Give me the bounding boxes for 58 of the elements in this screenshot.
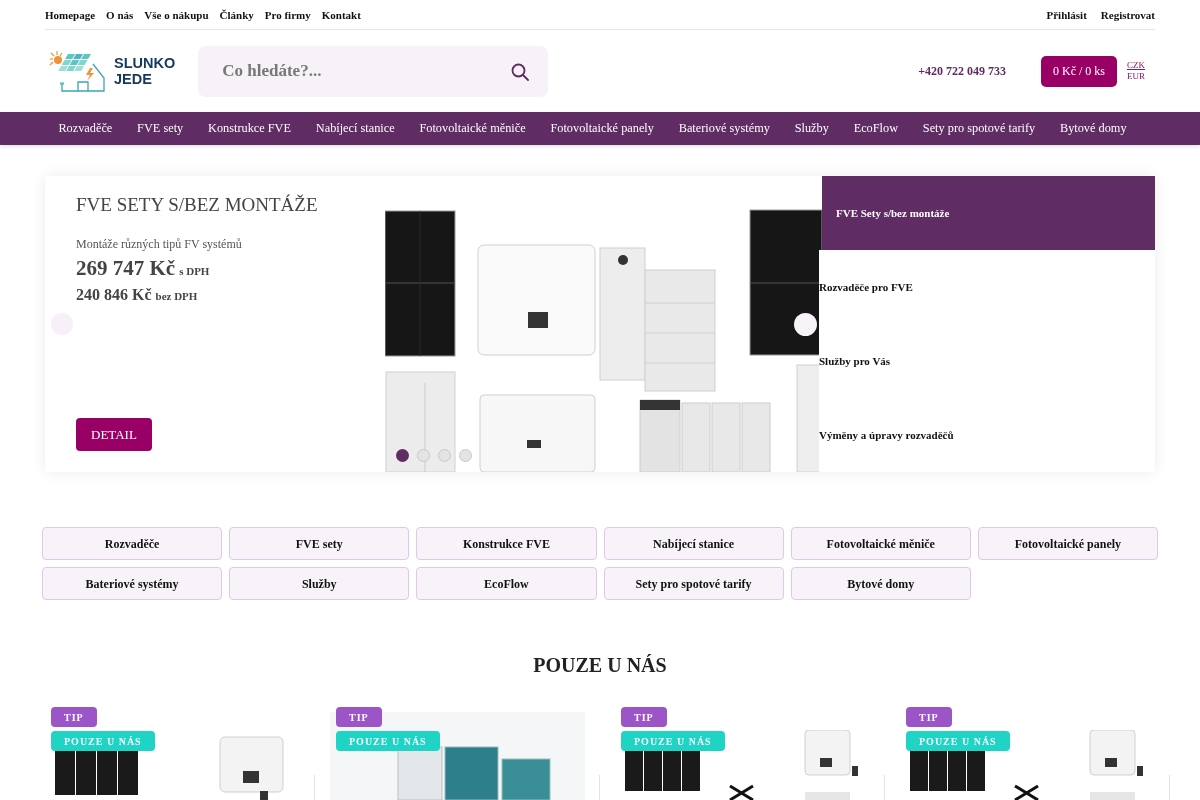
tip-badge: TIP: [906, 707, 952, 727]
hero-tab[interactable]: FVE Sety s/bez montáže: [822, 176, 1155, 250]
search-icon[interactable]: [511, 62, 530, 81]
category-button[interactable]: Sety pro spotové tarify: [603, 567, 784, 600]
top-link[interactable]: Články: [219, 7, 254, 22]
vat-note: bez DPH: [155, 289, 198, 304]
logo-icon: [48, 50, 106, 92]
category-button[interactable]: Služby: [229, 567, 410, 600]
category-button[interactable]: Fotovoltaické měniče: [790, 527, 971, 560]
tip-badge: TIP: [51, 707, 97, 727]
exclusive-badge: POUZE U NÁS: [906, 731, 1010, 751]
category-button[interactable]: EcoFlow: [416, 567, 597, 600]
nav-link[interactable]: Konstrukce FVE: [195, 112, 304, 145]
nav-link[interactable]: Bytové domy: [1047, 112, 1139, 145]
category-button[interactable]: Bytové domy: [790, 567, 971, 600]
nav-link[interactable]: FVE sety: [124, 112, 196, 145]
tip-badge: TIP: [336, 707, 382, 727]
exclusive-badge: POUZE U NÁS: [51, 731, 155, 751]
vat-note: s DPH: [179, 264, 210, 279]
price-with-vat: 269 747 Kč: [76, 255, 176, 281]
nav-link[interactable]: Bateriové systémy: [666, 112, 783, 145]
hero-tab[interactable]: Rozvaděče pro FVE: [819, 250, 1155, 324]
exclusive-badge: POUZE U NÁS: [621, 731, 725, 751]
account-link[interactable]: Přihlásit: [1046, 7, 1087, 22]
nav-link[interactable]: Rozvaděče: [46, 112, 125, 145]
category-button[interactable]: Konstrukce FVE: [416, 527, 597, 560]
nav-link[interactable]: Nabíjecí stanice: [303, 112, 408, 145]
nav-link[interactable]: Fotovoltaické měniče: [407, 112, 539, 145]
top-link[interactable]: Kontakt: [321, 7, 361, 22]
currency-link[interactable]: EUR: [1127, 71, 1145, 82]
category-button[interactable]: Rozvaděče: [42, 527, 223, 560]
exclusive-badge: POUZE U NÁS: [336, 731, 440, 751]
hero-tab[interactable]: Služby pro Vás: [819, 324, 1155, 398]
nav-link[interactable]: Fotovoltaické panely: [538, 112, 667, 145]
top-link[interactable]: O nás: [106, 7, 134, 22]
tip-badge: TIP: [621, 707, 667, 727]
logo-text: SLUNKO JEDE: [114, 55, 176, 87]
hero-title: FVE SETY S/BEZ MONTÁŽE: [76, 193, 318, 217]
account-link[interactable]: Registrovat: [1100, 7, 1155, 22]
nav-link[interactable]: EcoFlow: [841, 112, 911, 145]
category-button[interactable]: Bateriové systémy: [42, 567, 223, 600]
phone-number[interactable]: +420 722 049 733: [918, 62, 1006, 80]
category-button[interactable]: Fotovoltaické panely: [977, 527, 1158, 560]
hero-tab[interactable]: Výměny a úpravy rozvaděčů: [819, 398, 1155, 472]
cart-button[interactable]: 0 Kč / 0 ks: [1041, 55, 1117, 87]
currency-link[interactable]: CZK: [1127, 60, 1145, 71]
hero-subtitle: Montáže různých tipů FV systémů: [76, 236, 242, 252]
price-without-vat: 240 846 Kč: [76, 285, 152, 305]
top-link[interactable]: Pro firmy: [264, 7, 311, 22]
detail-button[interactable]: DETAIL: [76, 418, 152, 451]
nav-link[interactable]: Služby: [782, 112, 842, 145]
category-button[interactable]: FVE sety: [229, 527, 410, 560]
search-field[interactable]: Co hledáte?...: [198, 45, 549, 97]
category-button[interactable]: Nabíjecí stanice: [603, 527, 784, 560]
top-link[interactable]: Vše o nákupu: [144, 7, 209, 22]
top-link[interactable]: Homepage: [45, 7, 96, 22]
section-title: POUZE U NÁS: [533, 653, 667, 677]
nav-link[interactable]: Sety pro spotové tarify: [910, 112, 1048, 145]
